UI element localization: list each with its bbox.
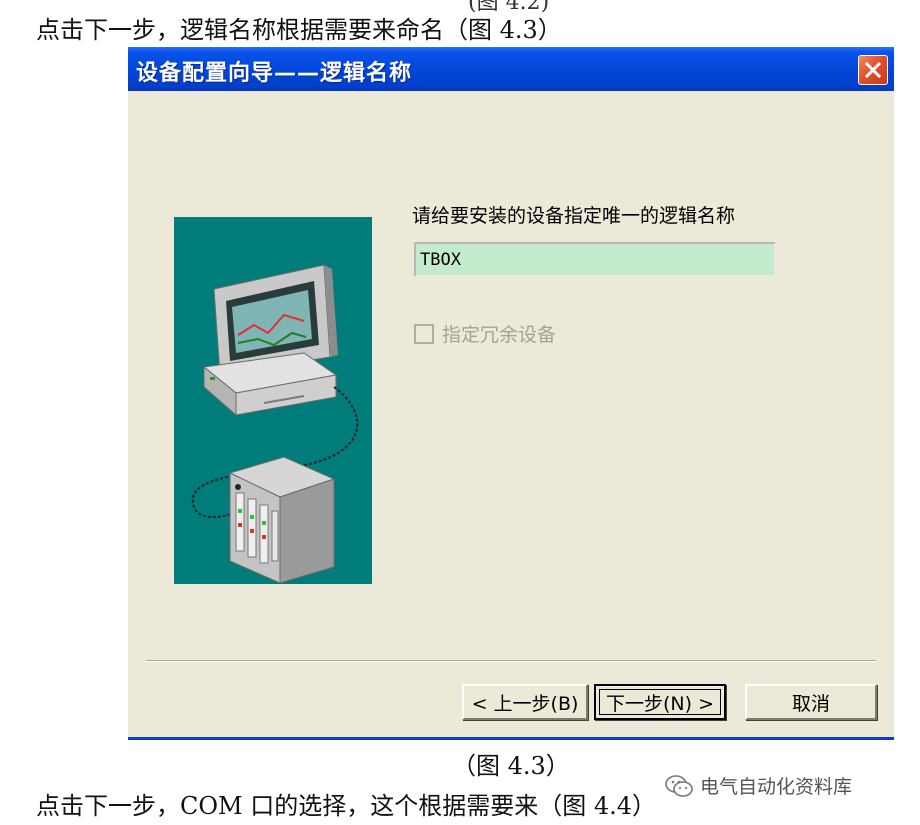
wizard-illustration <box>174 217 372 584</box>
wechat-icon <box>665 774 693 797</box>
instruction-text-top: 点击下一步，逻辑名称根据需要来命名（图 4.3） <box>36 16 562 44</box>
close-button[interactable] <box>858 55 888 85</box>
watermark-text: 电气自动化资料库 <box>700 776 853 798</box>
button-separator <box>146 660 876 662</box>
logical-name-prompt: 请给要安装的设备指定唯一的逻辑名称 <box>412 205 736 227</box>
redundant-device-option: 指定冗余设备 <box>414 320 556 347</box>
next-button[interactable]: 下一步(N) > <box>594 684 726 720</box>
redundant-device-label: 指定冗余设备 <box>442 324 557 346</box>
computer-and-device-icon <box>191 264 359 584</box>
watermark: 电气自动化资料库 <box>664 772 852 799</box>
dialog-title: 设备配置向导——逻辑名称 <box>136 61 413 86</box>
cancel-button[interactable]: 取消 <box>745 684 877 720</box>
back-button[interactable]: < 上一步(B) <box>462 684 588 720</box>
redundant-device-checkbox[interactable] <box>414 323 434 344</box>
document-page: (图 4.2) 点击下一步，逻辑名称根据需要来命名（图 4.3） 设备配置向导—… <box>0 0 920 825</box>
device-config-wizard-dialog: 设备配置向导——逻辑名称 请给要安装的设备指定唯一的逻辑名称 TBOX 指定冗余… <box>128 47 894 740</box>
figure-caption: （图 4.3） <box>452 752 570 780</box>
instruction-text-bottom: 点击下一步，COM 口的选择，这个根据需要来（图 4.4） <box>36 792 657 820</box>
logical-name-input[interactable] <box>414 242 776 277</box>
title-bar[interactable]: 设备配置向导——逻辑名称 <box>128 47 894 91</box>
close-icon <box>864 61 882 79</box>
